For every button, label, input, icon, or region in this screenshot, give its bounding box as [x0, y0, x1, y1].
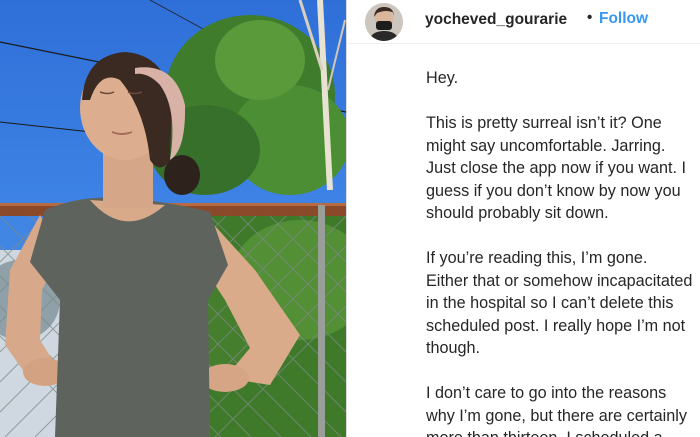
caption-line: might say uncomfortable. Jarring.	[426, 136, 666, 155]
post-photo-illustration	[0, 0, 346, 437]
caption-line: guess if you don’t know by now you	[426, 181, 681, 200]
username-link[interactable]: yocheved_gourarie	[425, 11, 567, 29]
avatar[interactable]	[365, 3, 403, 41]
caption-line: Hey.	[426, 69, 459, 87]
follow-button[interactable]: Follow	[599, 10, 648, 28]
avatar-image	[365, 3, 403, 41]
caption-line: This is pretty surreal isn’t it? One	[426, 114, 662, 132]
instagram-post: yocheved_gourarie • Follow Hey. This is …	[0, 0, 700, 437]
header-separator: •	[587, 9, 593, 26]
caption-line: should probably sit down.	[426, 204, 609, 222]
caption-line: in the hospital so I can’t delete this	[426, 294, 674, 312]
caption-line: more than thirteen. I scheduled a	[426, 427, 700, 437]
caption-line: Either that or somehow incapacitated	[426, 271, 693, 290]
caption-line: scheduled post. I really hope I’m not	[426, 316, 686, 335]
caption-line: Just close the app now if you want. I	[426, 159, 687, 177]
caption-line: why I’m gone, but there are certainly	[426, 406, 687, 425]
post-header: yocheved_gourarie • Follow	[347, 0, 700, 44]
caption-line: I don’t care to go into the reasons	[426, 384, 667, 402]
caption-line: though.	[426, 339, 481, 357]
caption-line: If you’re reading this, I’m gone.	[426, 249, 648, 267]
post-photo[interactable]	[0, 0, 346, 437]
post-side-panel: yocheved_gourarie • Follow Hey. This is …	[346, 0, 700, 437]
post-caption: Hey. This is pretty surreal isn’t it? On…	[426, 67, 700, 437]
